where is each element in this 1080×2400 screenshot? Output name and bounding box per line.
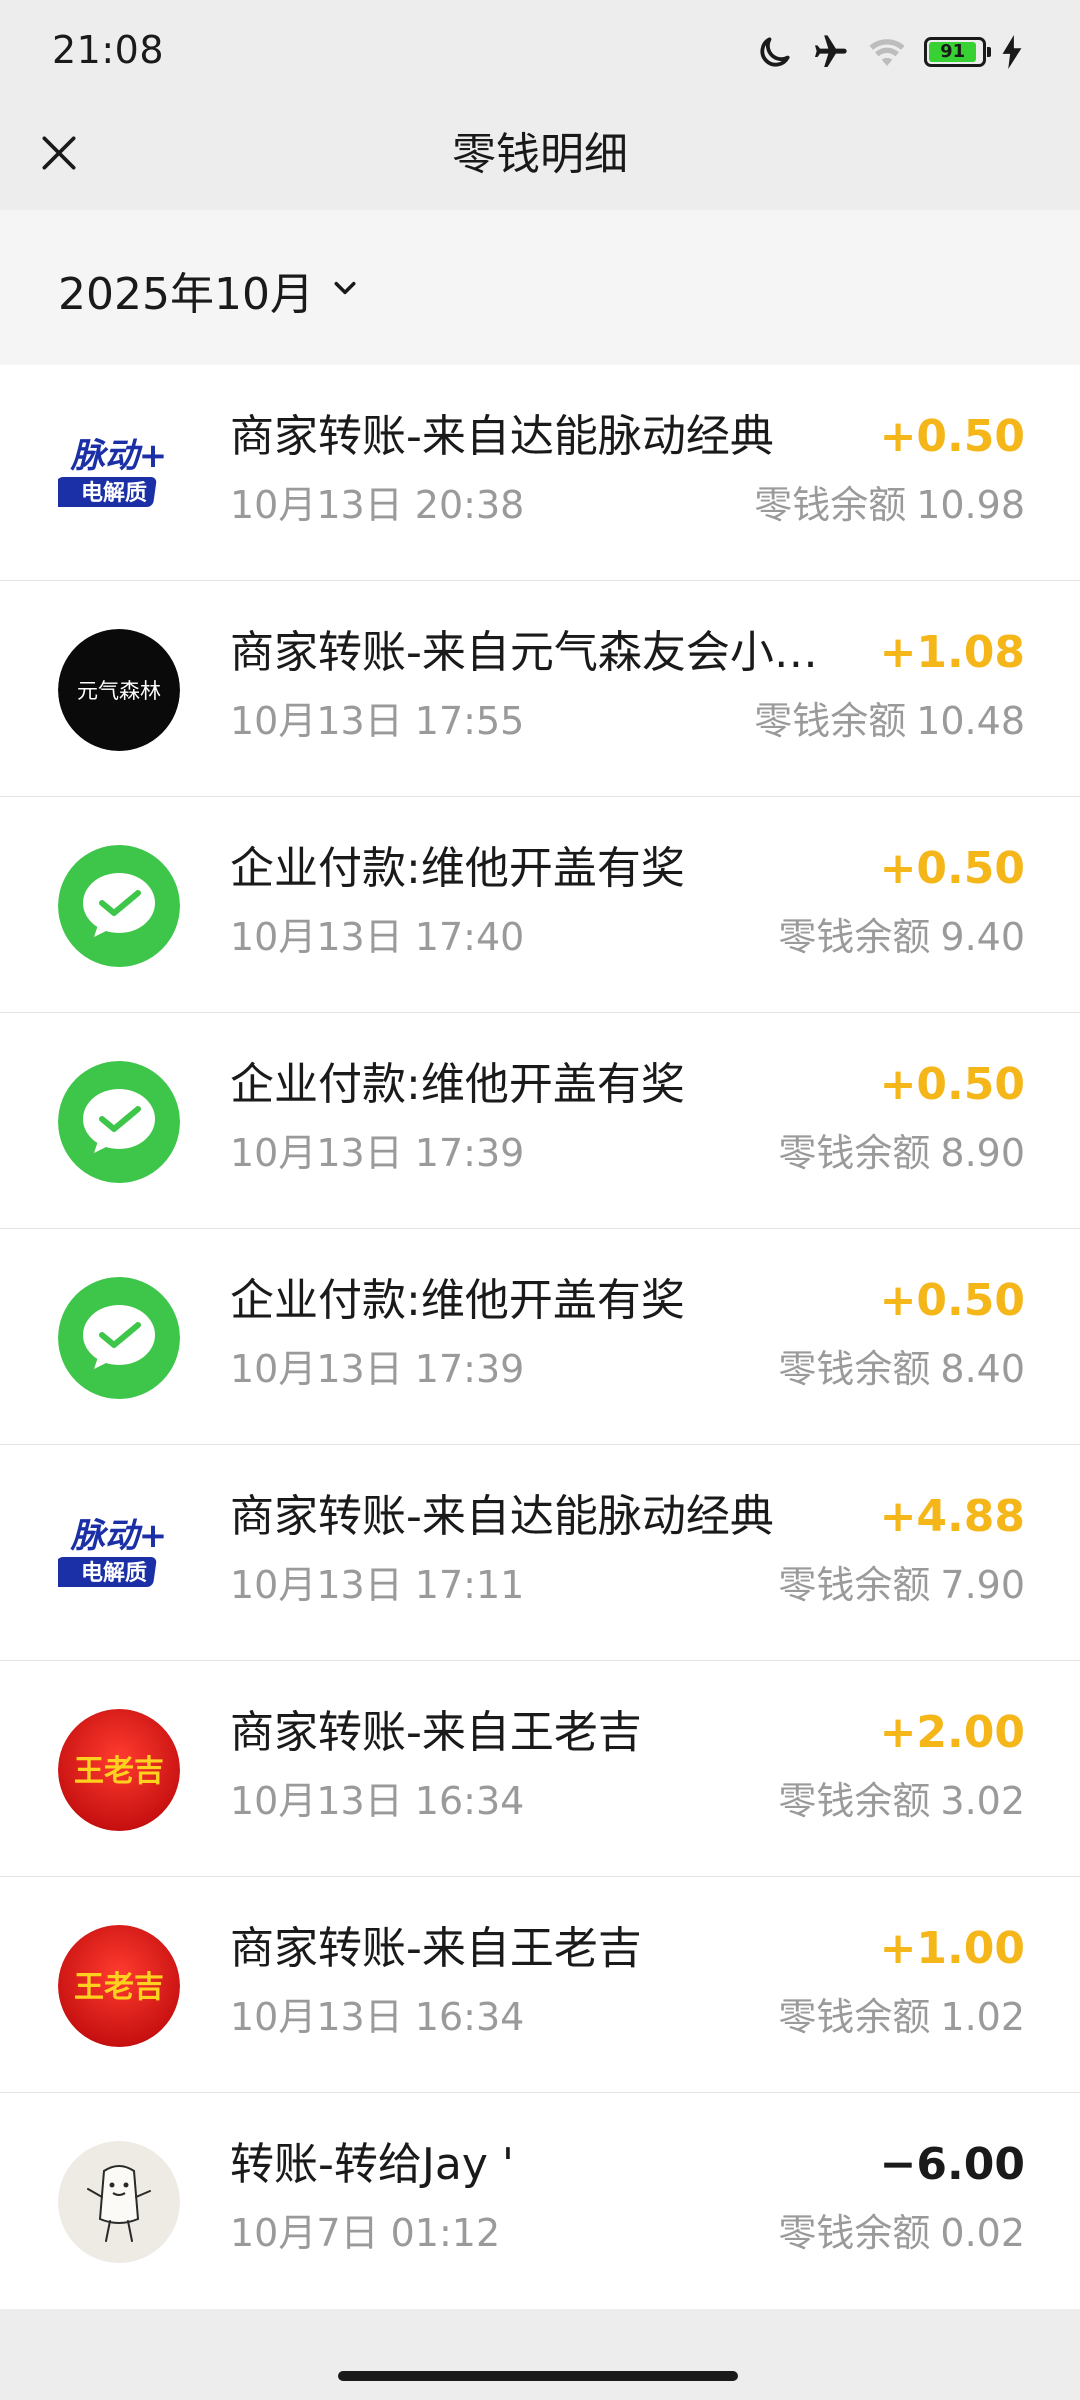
transaction-amount: +4.88 [879,1491,1025,1542]
transaction-title: 商家转账-来自达能脉动经典 [230,411,774,462]
wanglaoji-logo: 王老吉 [58,1709,180,1831]
wechat-pay-icon [58,1061,180,1183]
close-icon [37,131,81,179]
transaction-title: 转账-转给Jay ' [230,2139,514,2190]
transaction-amount: +1.08 [879,627,1025,678]
genki-forest-logo: 元气森林 [58,629,180,751]
status-time: 21:08 [52,28,165,72]
transaction-time: 10月13日 17:40 [230,915,525,959]
transaction-balance: 零钱余额 0.02 [778,2209,1025,2257]
wechat-pay-icon [58,1277,180,1399]
svg-text:电解质: 电解质 [81,1560,147,1586]
svg-text:王老吉: 王老吉 [74,1754,164,1789]
transaction-amount: +0.50 [879,1059,1025,1110]
balance-value: 10.48 [916,699,1025,743]
battery-icon: 91 [924,37,991,67]
transaction-amount: +0.50 [879,843,1025,894]
page-title: 零钱明细 [452,129,628,180]
transaction-balance: 零钱余额 10.48 [754,697,1025,745]
transaction-row[interactable]: 王老吉 商家转账-来自王老吉 10月13日 16:34 +1.00 零钱余额 1… [0,1877,1080,2093]
transaction-row[interactable]: 王老吉 商家转账-来自王老吉 10月13日 16:34 +2.00 零钱余额 3… [0,1661,1080,1877]
transaction-title: 企业付款:维他开盖有奖 [230,1059,685,1110]
balance-label: 零钱余额 [778,915,931,959]
status-icons: 91 [756,30,1022,74]
transaction-title: 企业付款:维他开盖有奖 [230,1275,685,1326]
user-doodle-avatar [58,2141,180,2263]
chevron-down-icon [330,273,360,307]
maidong-logo: 脉动+ 电解质 [53,413,180,535]
balance-label: 零钱余额 [754,699,907,743]
transaction-balance: 零钱余额 1.02 [778,1993,1025,2041]
transaction-time: 10月13日 16:34 [230,1779,525,1823]
charging-icon [1002,35,1022,69]
transaction-time: 10月13日 17:11 [230,1563,525,1607]
transaction-amount: +1.00 [879,1923,1025,1974]
maidong-logo: 脉动+ 电解质 [53,1493,180,1615]
balance-label: 零钱余额 [754,483,907,527]
transaction-list: 脉动+ 电解质 商家转账-来自达能脉动经典 10月13日 20:38 +0.50… [0,365,1080,2309]
transaction-time: 10月13日 17:39 [230,1131,525,1175]
month-filter-bar: 2025年10月 [0,210,1080,365]
transaction-row[interactable]: 脉动+ 电解质 商家转账-来自达能脉动经典 10月13日 17:11 +4.88… [0,1445,1080,1661]
transaction-time: 10月7日 01:12 [230,2211,501,2255]
transaction-title: 商家转账-来自达能脉动经典 [230,1491,774,1542]
transaction-amount: +0.50 [879,411,1025,462]
balance-value: 3.02 [940,1779,1025,1823]
balance-value: 9.40 [940,915,1025,959]
svg-text:元气森林: 元气森林 [77,679,161,703]
transaction-balance: 零钱余额 10.98 [754,481,1025,529]
balance-label: 零钱余额 [778,1131,931,1175]
transaction-row[interactable]: 企业付款:维他开盖有奖 10月13日 17:40 +0.50 零钱余额 9.40 [0,797,1080,1013]
home-indicator[interactable] [338,2371,738,2381]
transaction-time: 10月13日 17:39 [230,1347,525,1391]
transaction-row[interactable]: 脉动+ 电解质 商家转账-来自达能脉动经典 10月13日 20:38 +0.50… [0,365,1080,581]
month-label: 2025年10月 [58,269,314,320]
status-bar: 21:08 91 [0,0,1080,100]
wanglaoji-logo: 王老吉 [58,1925,180,2047]
transaction-title: 企业付款:维他开盖有奖 [230,843,685,894]
transaction-amount: +0.50 [879,1275,1025,1326]
transaction-balance: 零钱余额 8.40 [778,1345,1025,1393]
balance-label: 零钱余额 [778,2211,931,2255]
transaction-balance: 零钱余额 7.90 [778,1561,1025,1609]
balance-value: 8.40 [940,1347,1025,1391]
transaction-title: 商家转账-来自王老吉 [230,1707,642,1758]
moon-icon [756,33,794,71]
balance-value: 10.98 [916,483,1025,527]
transaction-row[interactable]: 企业付款:维他开盖有奖 10月13日 17:39 +0.50 零钱余额 8.40 [0,1229,1080,1445]
transaction-row[interactable]: 企业付款:维他开盖有奖 10月13日 17:39 +0.50 零钱余额 8.90 [0,1013,1080,1229]
balance-value: 8.90 [940,1131,1025,1175]
transaction-balance: 零钱余额 9.40 [778,913,1025,961]
balance-label: 零钱余额 [778,1347,931,1391]
close-button[interactable] [28,124,90,186]
transaction-time: 10月13日 16:34 [230,1995,525,2039]
svg-text:王老吉: 王老吉 [74,1970,164,2005]
svg-text:电解质: 电解质 [81,480,147,506]
balance-label: 零钱余额 [778,1995,931,2039]
gesture-area [0,2357,1080,2400]
transaction-row[interactable]: 转账-转给Jay ' 10月7日 01:12 −6.00 零钱余额 0.02 [0,2093,1080,2309]
balance-label: 零钱余额 [778,1563,931,1607]
transaction-time: 10月13日 20:38 [230,483,525,527]
nav-bar: 零钱明细 [0,100,1080,210]
transaction-title: 商家转账-来自王老吉 [230,1923,642,1974]
transaction-amount: +2.00 [879,1707,1025,1758]
transaction-amount: −6.00 [879,2139,1025,2190]
balance-value: 0.02 [940,2211,1025,2255]
balance-value: 7.90 [940,1563,1025,1607]
wechat-pay-icon [58,845,180,967]
transaction-row[interactable]: 元气森林 商家转账-来自元气森友会小… 10月13日 17:55 +1.08 零… [0,581,1080,797]
svg-text:脉动+: 脉动+ [70,1516,168,1556]
balance-label: 零钱余额 [778,1779,931,1823]
transaction-balance: 零钱余额 3.02 [778,1777,1025,1825]
transaction-time: 10月13日 17:55 [230,699,525,743]
battery-level: 91 [940,41,966,62]
wifi-icon [866,34,908,70]
balance-value: 1.02 [940,1995,1025,2039]
month-selector[interactable]: 2025年10月 [58,260,360,320]
svg-text:脉动+: 脉动+ [70,436,168,476]
airplane-icon [810,32,850,72]
transaction-title: 商家转账-来自元气森友会小… [230,627,818,678]
transaction-balance: 零钱余额 8.90 [778,1129,1025,1177]
